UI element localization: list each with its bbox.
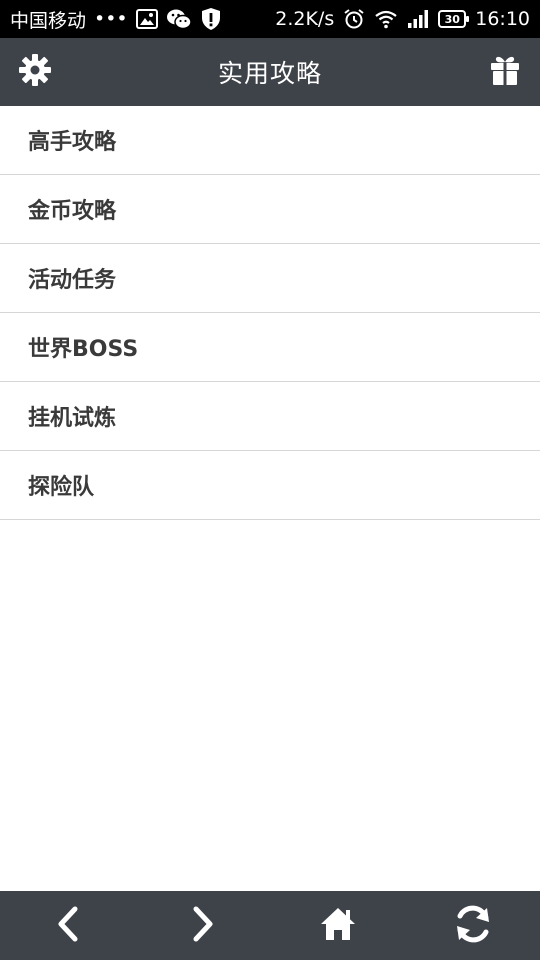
wechat-icon — [166, 7, 192, 31]
signal-icon — [407, 7, 429, 31]
network-speed: 2.2K/s — [275, 8, 335, 30]
menu-item-idle-trial[interactable]: 挂机试炼 — [0, 382, 540, 451]
home-button[interactable] — [270, 891, 405, 960]
guide-menu-list: 高手攻略 金币攻略 活动任务 世界BOSS 挂机试炼 探险队 — [0, 106, 540, 520]
menu-item-gold-guide[interactable]: 金币攻略 — [0, 175, 540, 244]
menu-item-event-tasks[interactable]: 活动任务 — [0, 244, 540, 313]
wifi-icon — [374, 7, 398, 31]
shield-alert-icon — [200, 7, 222, 31]
status-left: 中国移动 ••• — [10, 6, 222, 33]
gear-icon — [18, 53, 52, 91]
clock: 16:10 — [475, 8, 530, 30]
forward-button[interactable] — [135, 891, 270, 960]
alarm-icon — [343, 7, 365, 31]
app-screen: 中国移动 ••• 2.2K/s 30 16:10 实用攻略 高手攻略 金币攻略 … — [0, 0, 540, 960]
gift-icon — [490, 54, 520, 90]
page-title: 实用攻略 — [217, 59, 322, 88]
refresh-button[interactable] — [405, 891, 540, 960]
menu-item-world-boss[interactable]: 世界BOSS — [0, 313, 540, 382]
carrier-name: 中国移动 — [10, 9, 87, 32]
menu-item-expert-guide[interactable]: 高手攻略 — [0, 106, 540, 175]
gallery-icon — [135, 7, 158, 31]
menu-item-expedition-team[interactable]: 探险队 — [0, 451, 540, 520]
status-bar: 中国移动 ••• 2.2K/s 30 16:10 — [0, 0, 540, 38]
more-notifications: ••• — [94, 8, 128, 30]
gift-button[interactable] — [470, 38, 540, 106]
home-icon — [319, 906, 357, 946]
battery-icon: 30 — [438, 10, 470, 28]
bottom-nav — [0, 891, 540, 960]
settings-button[interactable] — [0, 38, 70, 106]
refresh-icon — [451, 902, 495, 950]
status-right: 2.2K/s 30 16:10 — [275, 7, 530, 31]
back-icon — [55, 906, 81, 946]
forward-icon — [190, 906, 216, 946]
app-header: 实用攻略 — [0, 38, 540, 106]
back-button[interactable] — [0, 891, 135, 960]
